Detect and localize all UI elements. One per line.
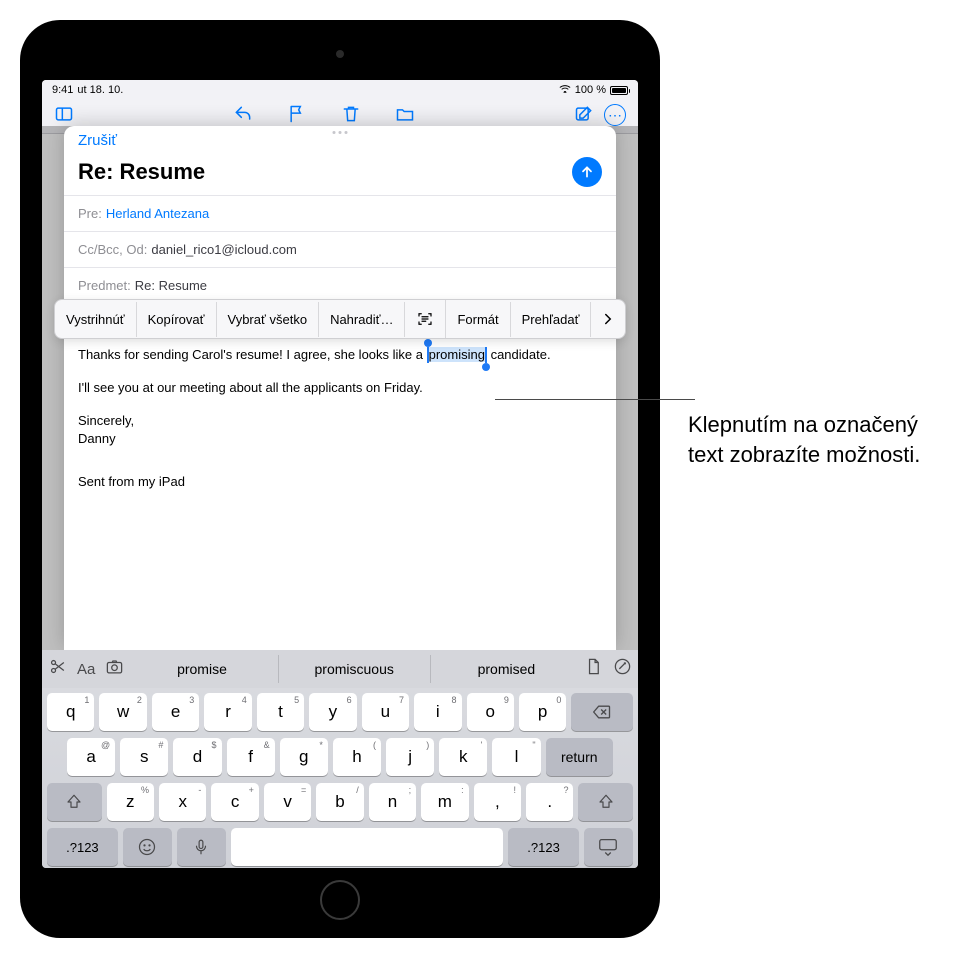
key-m[interactable]: m: <box>421 783 468 821</box>
callout-leader-line <box>495 399 695 400</box>
ipad-camera <box>336 50 344 58</box>
predictive-bar: Aa promise promiscuous promised <box>42 650 638 688</box>
keyboard: q1w2e3r4t5y6u7i8o9p0 a@s#d$f&g*h(j)k'l"r… <box>42 688 638 868</box>
body-line1: Thanks for sending Carol's resume! I agr… <box>78 346 602 365</box>
key-numeric-switch[interactable]: .?123 <box>47 828 118 866</box>
key-c[interactable]: c+ <box>211 783 258 821</box>
handwrite-icon[interactable] <box>613 657 632 681</box>
key-o[interactable]: o9 <box>467 693 514 731</box>
key-s[interactable]: s# <box>120 738 168 776</box>
ipad-device-frame: 9:41 ut 18. 10. 100 % <box>20 20 660 938</box>
key-z[interactable]: z% <box>107 783 154 821</box>
key-backspace[interactable] <box>571 693 633 731</box>
key-n[interactable]: n; <box>369 783 416 821</box>
battery-icon <box>610 86 628 95</box>
wifi-icon <box>559 84 571 96</box>
to-field[interactable]: Pre: Herland Antezana <box>64 195 616 231</box>
key-space[interactable] <box>231 828 503 866</box>
key-q[interactable]: q1 <box>47 693 94 731</box>
key-a[interactable]: a@ <box>67 738 115 776</box>
compose-title: Re: Resume <box>78 159 205 185</box>
menu-more[interactable] <box>591 300 625 338</box>
key-l[interactable]: l" <box>492 738 540 776</box>
key-numeric-switch-right[interactable]: .?123 <box>508 828 579 866</box>
ellipsis-circle-icon[interactable]: ⋯ <box>604 104 626 126</box>
key-d[interactable]: d$ <box>173 738 221 776</box>
status-bar: 9:41 ut 18. 10. 100 % <box>42 80 638 100</box>
body-signature: Danny <box>78 430 602 449</box>
menu-copy[interactable]: Kopírovať <box>137 302 217 337</box>
key-b[interactable]: b/ <box>316 783 363 821</box>
key-w[interactable]: w2 <box>99 693 146 731</box>
prediction-1[interactable]: promise <box>126 655 277 683</box>
compose-sheet: Zrušiť Re: Resume Pre: Herland Antezana … <box>64 126 616 650</box>
key-x[interactable]: x- <box>159 783 206 821</box>
compose-body[interactable]: Hi Herland, Thanks for sending Carol's r… <box>64 303 616 650</box>
key-dictation[interactable] <box>177 828 226 866</box>
key-k[interactable]: k' <box>439 738 487 776</box>
key-h[interactable]: h( <box>333 738 381 776</box>
to-label: Pre: <box>78 206 102 221</box>
keyboard-row-1: q1w2e3r4t5y6u7i8o9p0 <box>47 693 633 731</box>
key-y[interactable]: y6 <box>309 693 356 731</box>
keyboard-row-2: a@s#d$f&g*h(j)k'l"return <box>47 738 633 776</box>
scissors-paste-icon[interactable] <box>48 657 67 681</box>
key-j[interactable]: j) <box>386 738 434 776</box>
selected-text[interactable]: promising <box>429 347 485 362</box>
status-date: ut 18. 10. <box>77 84 123 96</box>
sheet-grabber[interactable] <box>333 131 348 134</box>
doc-scan-icon[interactable] <box>584 657 603 681</box>
ipad-screen: 9:41 ut 18. 10. 100 % <box>42 80 638 868</box>
selection-handle-right[interactable] <box>485 347 487 363</box>
key-dismiss-keyboard[interactable] <box>584 828 633 866</box>
key-shift-left[interactable] <box>47 783 102 821</box>
ccbcc-field[interactable]: Cc/Bcc, Od: daniel_rico1@icloud.com <box>64 231 616 267</box>
text-format-icon[interactable]: Aa <box>77 661 95 678</box>
keyboard-row-4: .?123 .?123 <box>47 828 633 866</box>
body-closing: Sincerely, <box>78 412 602 431</box>
menu-cut[interactable]: Vystrihnúť <box>55 302 137 337</box>
body-line1-after: candidate. <box>487 347 551 362</box>
key-t[interactable]: t5 <box>257 693 304 731</box>
menu-search[interactable]: Prehľadať <box>511 302 592 337</box>
subject-field[interactable]: Predmet: Re: Resume <box>64 267 616 303</box>
body-line1-before: Thanks for sending Carol's resume! I agr… <box>78 347 427 362</box>
ccbcc-label: Cc/Bcc, Od: <box>78 242 147 257</box>
key-emoji[interactable] <box>123 828 172 866</box>
prediction-2[interactable]: promiscuous <box>278 655 431 683</box>
menu-replace[interactable]: Nahradiť… <box>319 302 405 337</box>
keyboard-area: Aa promise promiscuous promised q1w2e3r4… <box>42 650 638 868</box>
body-sent-from: Sent from my iPad <box>78 473 602 492</box>
key-r[interactable]: r4 <box>204 693 251 731</box>
to-value: Herland Antezana <box>106 206 209 221</box>
key-f[interactable]: f& <box>227 738 275 776</box>
body-line2: I'll see you at our meeting about all th… <box>78 379 602 398</box>
key-shift-right[interactable] <box>578 783 633 821</box>
edit-menu: Vystrihnúť Kopírovať Vybrať všetko Nahra… <box>54 299 626 339</box>
ccbcc-value: daniel_rico1@icloud.com <box>151 242 296 257</box>
menu-live-text[interactable] <box>405 300 446 338</box>
keyboard-row-3: z%x-c+v=b/n;m:,!.? <box>47 783 633 821</box>
prediction-3[interactable]: promised <box>431 655 582 683</box>
key-e[interactable]: e3 <box>152 693 199 731</box>
menu-select-all[interactable]: Vybrať všetko <box>217 302 320 337</box>
callout-text: Klepnutím na označený text zobrazíte mož… <box>688 410 958 469</box>
status-time: 9:41 <box>52 84 73 96</box>
cancel-button[interactable]: Zrušiť <box>78 132 117 149</box>
subject-value: Re: Resume <box>135 278 207 293</box>
key-p[interactable]: p0 <box>519 693 566 731</box>
ipad-home-button[interactable] <box>320 880 360 920</box>
key-u[interactable]: u7 <box>362 693 409 731</box>
key-g[interactable]: g* <box>280 738 328 776</box>
key-v[interactable]: v= <box>264 783 311 821</box>
key-,[interactable]: ,! <box>474 783 521 821</box>
menu-format[interactable]: Formát <box>446 302 510 337</box>
subject-label: Predmet: <box>78 278 131 293</box>
key-return[interactable]: return <box>546 738 613 776</box>
camera-input-icon[interactable] <box>105 657 124 681</box>
key-i[interactable]: i8 <box>414 693 461 731</box>
battery-percent: 100 % <box>575 84 606 96</box>
send-button[interactable] <box>572 157 602 187</box>
key-.[interactable]: .? <box>526 783 573 821</box>
